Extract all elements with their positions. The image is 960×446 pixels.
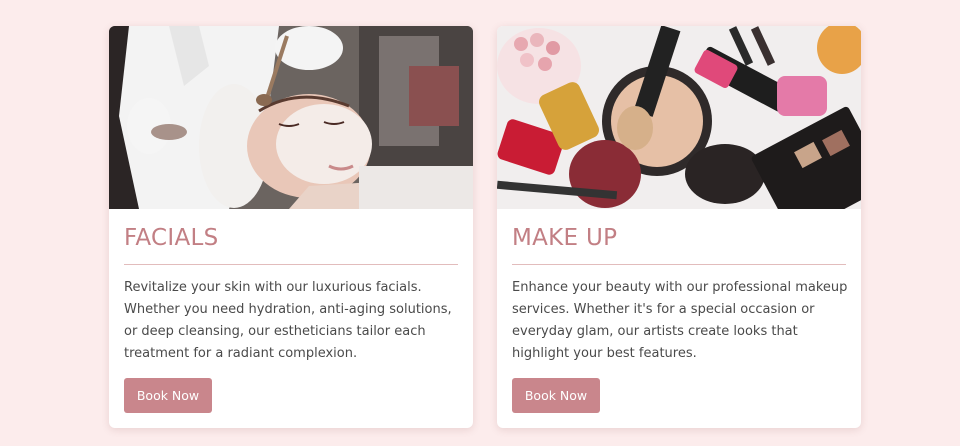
book-now-button[interactable]: Book Now (124, 378, 212, 413)
card-description: Revitalize your skin with our luxurious … (124, 280, 452, 361)
service-card-makeup: MAKE UP Enhance your beauty with our pro… (497, 26, 861, 428)
facial-treatment-image (109, 26, 473, 209)
card-title: FACIALS (124, 225, 219, 251)
makeup-products-image (497, 26, 861, 209)
divider (124, 264, 458, 265)
book-now-button[interactable]: Book Now (512, 378, 600, 413)
card-description: Enhance your beauty with our professiona… (512, 280, 848, 361)
divider (512, 264, 846, 265)
card-title: MAKE UP (512, 225, 618, 251)
service-card-facials: FACIALS Revitalize your skin with our lu… (109, 26, 473, 428)
